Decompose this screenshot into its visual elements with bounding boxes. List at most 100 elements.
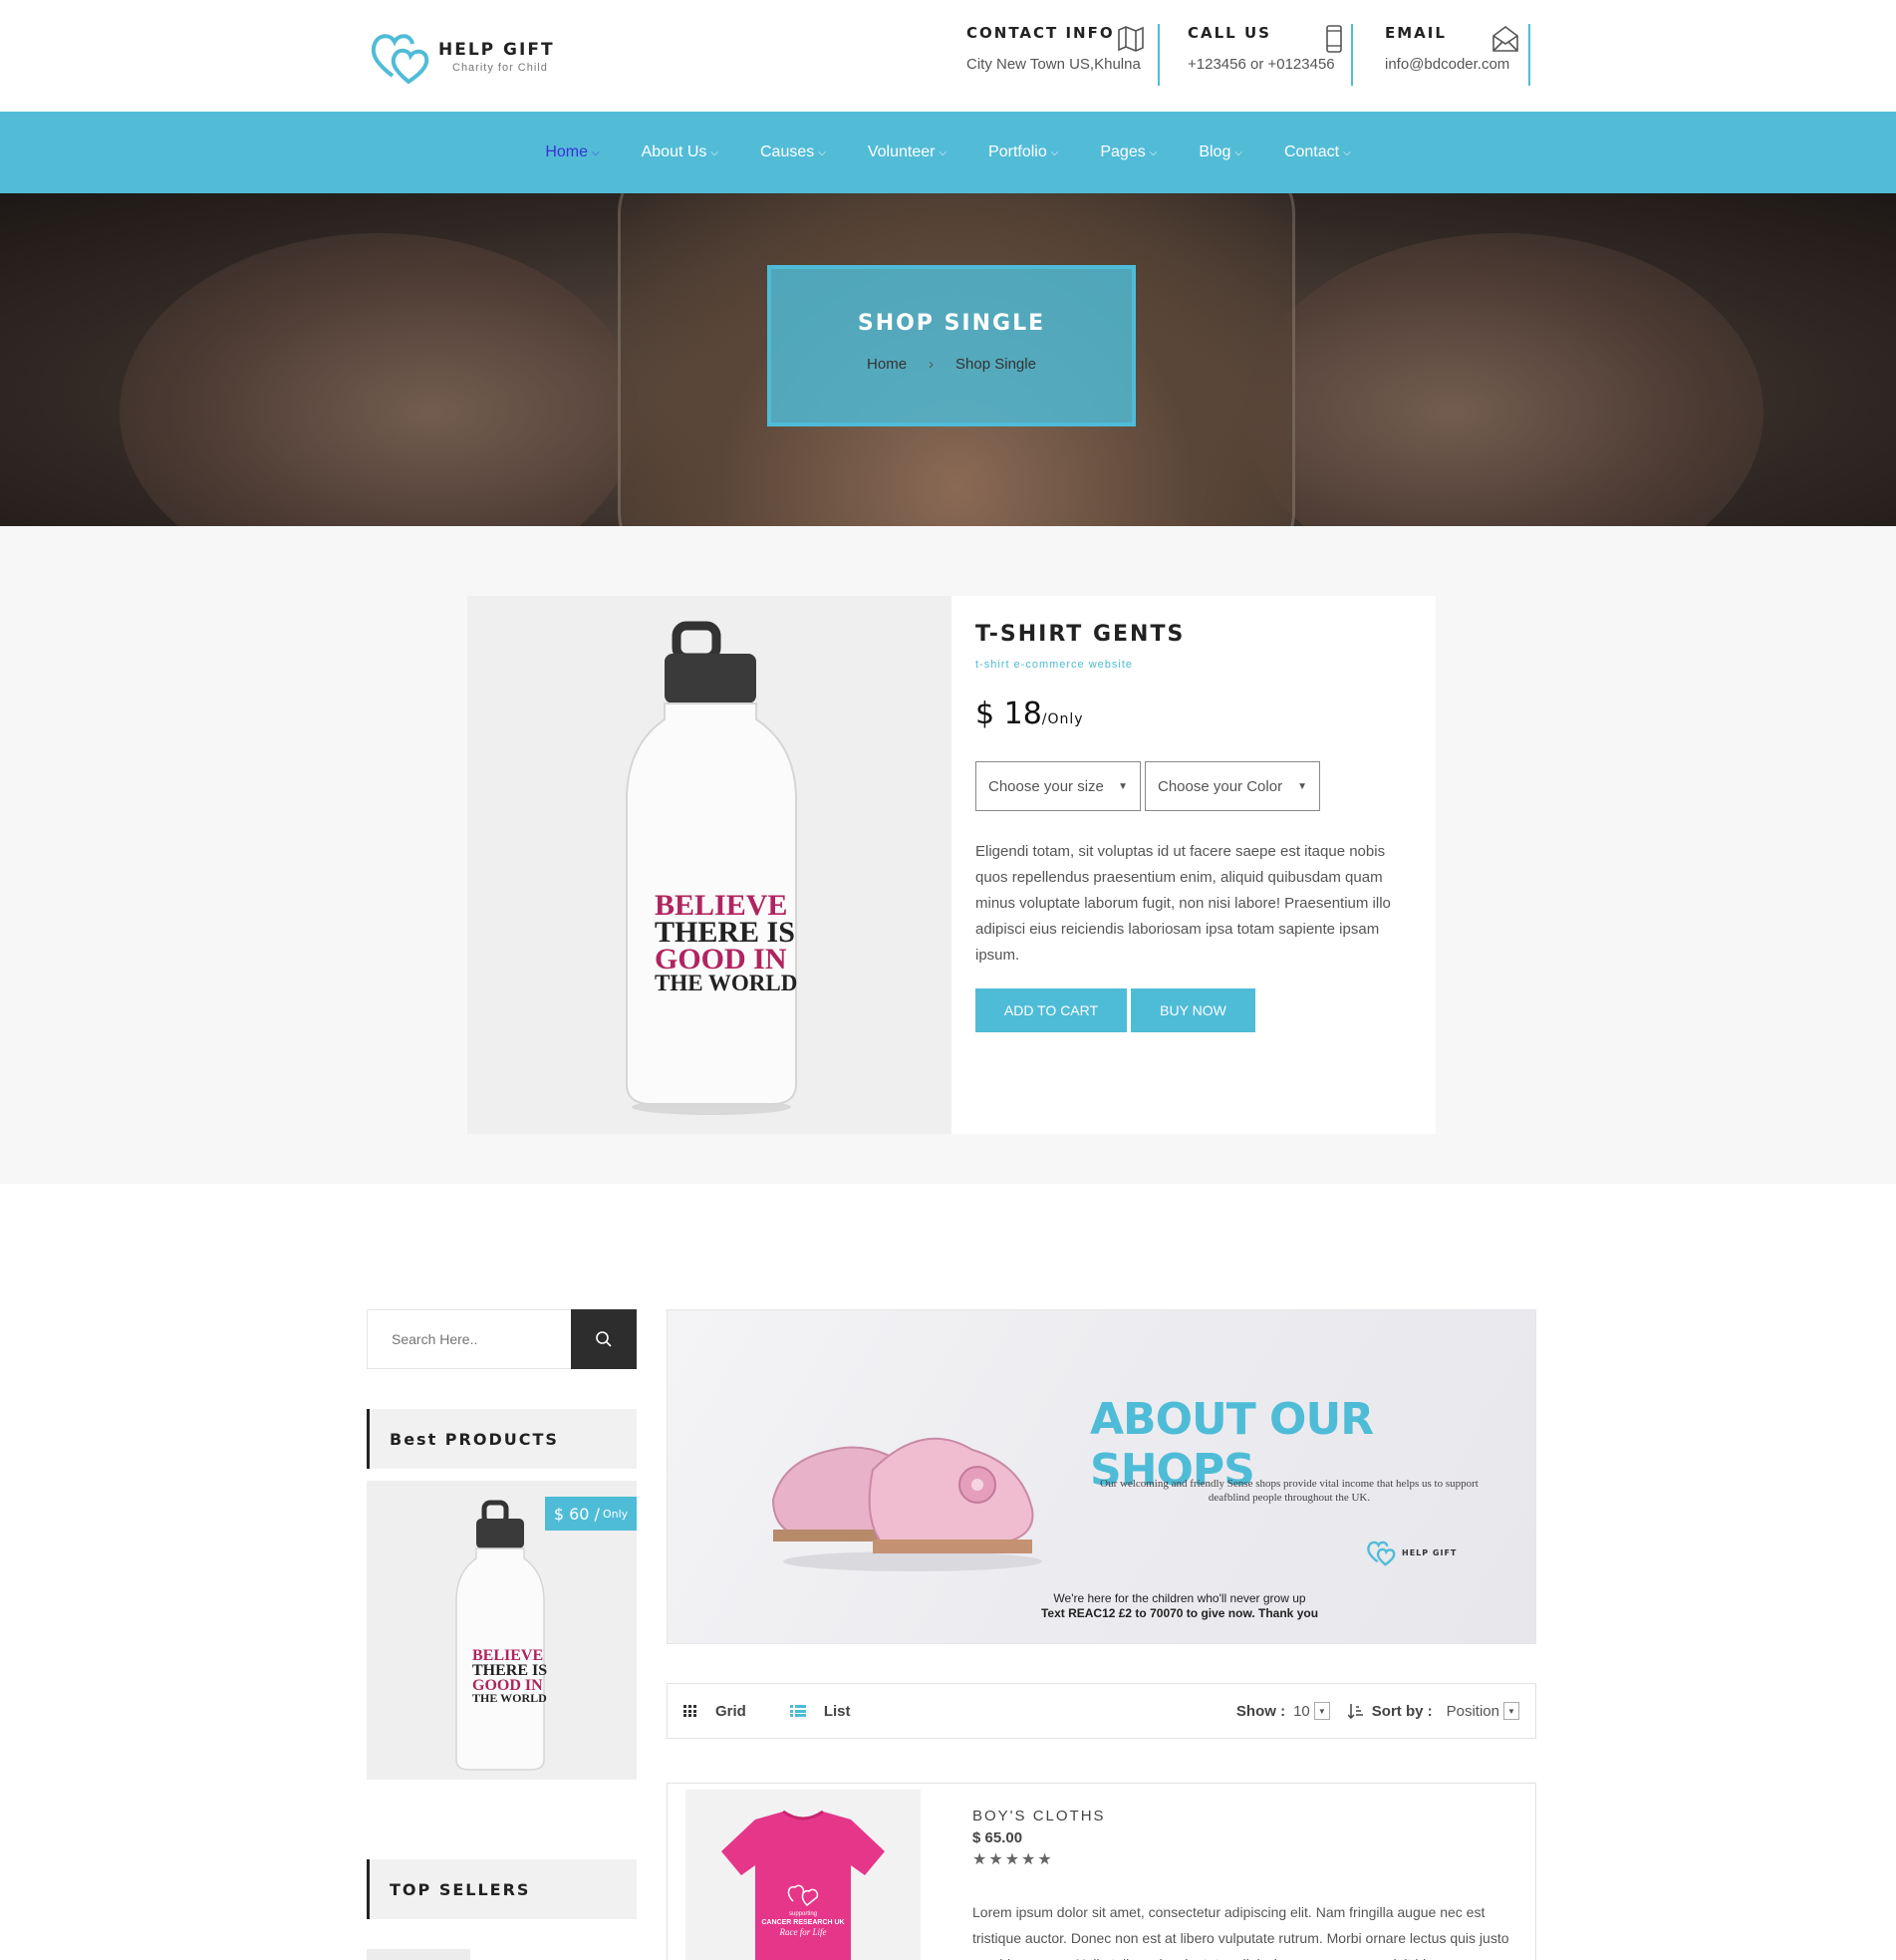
contact-info: CONTACT INFO City New Town US,Khulna — [966, 24, 1160, 86]
nav-label: Contact — [1283, 143, 1340, 160]
nav-label: About Us — [641, 143, 707, 160]
water-bottle-image: BELIEVE THERE IS GOOD IN THE WORLD — [626, 621, 797, 1115]
breadcrumb-home[interactable]: Home — [867, 356, 907, 373]
email-address[interactable]: info@bdcoder.com — [1385, 56, 1528, 73]
brand-name: HELP GIFT — [438, 40, 555, 60]
product-image[interactable]: BELIEVE THERE IS GOOD IN THE WORLD — [467, 596, 951, 1134]
badge-price: $ 60 / — [553, 1504, 600, 1524]
best-product-card[interactable]: BELIEVE THERE IS GOOD IN THE WORLD $ 60 … — [367, 1481, 637, 1780]
banner-tag-line: We're here for the children who'll never… — [1053, 1591, 1306, 1605]
sort-select[interactable]: Position ▼ — [1447, 1702, 1519, 1720]
chevron-down-icon: ⌵ — [1149, 146, 1158, 158]
product-price: $ 18/Only — [975, 697, 1412, 731]
nav-causes[interactable]: Causes ⌵ — [760, 143, 826, 161]
grid-icon — [683, 1705, 696, 1717]
tshirt-text: supporting — [789, 1911, 817, 1917]
show-label: Show : — [1235, 1702, 1286, 1720]
color-select[interactable]: Choose your Color ▼ — [1145, 761, 1320, 811]
chevron-down-icon: ⌵ — [939, 146, 948, 158]
list-view-button[interactable]: List — [789, 1703, 851, 1720]
hero-background-image — [1245, 233, 1763, 526]
list-icon — [789, 1705, 806, 1717]
star-rating-icon: ★★★★★ — [972, 1851, 1054, 1868]
chevron-down-icon: ▼ — [1297, 780, 1307, 792]
call-us: CALL US +123456 or +0123456 — [1188, 24, 1353, 86]
nav-home[interactable]: Home ⌵ — [545, 143, 599, 161]
product-thumbnail[interactable]: supporting CANCER RESEARCH UK Race for L… — [685, 1790, 921, 1960]
hearts-logo-icon — [1367, 1540, 1396, 1566]
breadcrumb-current: Shop Single — [955, 356, 1036, 373]
search-input[interactable] — [368, 1310, 571, 1368]
chevron-down-icon: ⌵ — [818, 146, 826, 158]
banner-tag-line: Text REAC12 £2 to 70070 to give now. Tha… — [1040, 1606, 1319, 1620]
tshirt-text: CANCER RESEARCH UK — [761, 1919, 844, 1926]
phone-number[interactable]: +123456 or +0123456 — [1188, 56, 1351, 73]
banner-logo: HELP GIFT — [1365, 1538, 1457, 1567]
pink-tshirt-image: supporting CANCER RESEARCH UK Race for L… — [721, 1810, 885, 1960]
nav-pages[interactable]: Pages ⌵ — [1100, 143, 1157, 161]
tshirt-text: Race for Life — [779, 1927, 827, 1937]
nav-label: Volunteer — [867, 143, 936, 160]
chevron-down-icon: ⌵ — [1234, 146, 1242, 158]
grid-view-button[interactable]: Grid — [683, 1703, 746, 1720]
product-details: T-SHIRT GENTS t-shirt e-commerce website… — [951, 596, 1436, 1134]
envelope-icon — [1492, 26, 1518, 52]
product-title: T-SHIRT GENTS — [975, 622, 1186, 647]
chevron-down-icon: ⌵ — [710, 146, 718, 158]
nav-about[interactable]: About Us ⌵ — [642, 143, 718, 161]
nav-volunteer[interactable]: Volunteer ⌵ — [868, 143, 947, 161]
about-shops-banner[interactable]: ABOUT OUR SHOPS Our welcoming and friend… — [667, 1309, 1536, 1644]
contact-address: City New Town US,Khulna — [966, 56, 1141, 73]
search-box — [367, 1309, 637, 1369]
search-button[interactable] — [571, 1309, 637, 1369]
show-value: 10 — [1293, 1702, 1310, 1720]
top-seller-thumbnail[interactable] — [367, 1949, 470, 1960]
product-subtitle: t-shirt e-commerce website — [975, 659, 1134, 671]
page-banner: SHOP SINGLE Home › Shop Single — [0, 193, 1896, 526]
product-section: BELIEVE THERE IS GOOD IN THE WORLD T-SHI… — [0, 526, 1896, 1184]
nav-contact[interactable]: Contact ⌵ — [1284, 143, 1351, 161]
item-title[interactable]: BOY'S CLOTHS — [972, 1808, 1106, 1824]
color-select-value: Choose your Color — [1158, 777, 1283, 795]
map-icon — [1118, 26, 1144, 52]
brand-tagline: Charity for Child — [452, 62, 548, 74]
show-select[interactable]: 10 ▼ — [1293, 1702, 1330, 1720]
logo[interactable]: HELP GIFT Charity for Child — [369, 26, 555, 88]
pink-shoes-image — [771, 1437, 1042, 1571]
list-item[interactable]: supporting CANCER RESEARCH UK Race for L… — [667, 1783, 1536, 1960]
banner-tagline: We're here for the children who'll never… — [1030, 1591, 1329, 1621]
add-to-cart-button[interactable]: ADD TO CART — [975, 988, 1127, 1032]
page-title-box: SHOP SINGLE Home › Shop Single — [767, 265, 1136, 426]
hero-background-image — [120, 233, 638, 526]
chevron-down-icon: ⌵ — [592, 146, 600, 158]
nav-label: Blog — [1199, 143, 1231, 160]
item-description: Lorem ipsum dolor sit amet, consectetur … — [972, 1904, 1509, 1960]
chevron-down-icon: ⌵ — [1050, 146, 1059, 158]
bottle-text: THE WORLD — [655, 971, 797, 995]
item-price: $ 65.00 — [972, 1829, 1023, 1846]
nav-label: Causes — [760, 143, 815, 160]
main-nav: Home ⌵ About Us ⌵ Causes ⌵ Volunteer ⌵ Portf… — [0, 112, 1896, 193]
banner-text: Our welcoming and friendly Sense shops p… — [1100, 1478, 1479, 1504]
price-suffix: /Only — [1041, 711, 1084, 727]
size-select[interactable]: Choose your size ▼ — [975, 761, 1141, 811]
sort-value: Position — [1446, 1702, 1499, 1720]
best-products-heading: Best PRODUCTS — [367, 1409, 637, 1469]
nav-blog[interactable]: Blog ⌵ — [1199, 143, 1242, 161]
breadcrumb: Home › Shop Single — [771, 356, 1132, 373]
buy-now-button[interactable]: BUY NOW — [1131, 988, 1255, 1032]
nav-label: Portfolio — [988, 143, 1047, 160]
hearts-logo-icon — [371, 34, 429, 85]
email-info: EMAIL info@bdcoder.com — [1385, 24, 1530, 86]
phone-icon — [1326, 25, 1342, 53]
nav-label: Home — [545, 143, 588, 160]
chevron-down-icon: ⌵ — [1343, 146, 1351, 158]
header: HELP GIFT Charity for Child CONTACT INFO… — [0, 0, 1896, 112]
nav-portfolio[interactable]: Portfolio ⌵ — [988, 143, 1058, 161]
product-description: Eligendi totam, sit voluptas id ut facer… — [975, 843, 1391, 964]
view-toolbar: Grid List Show : 10 ▼ Sort by : Position… — [667, 1683, 1536, 1739]
page-title: SHOP SINGLE — [857, 311, 1046, 336]
sort-icon — [1347, 1704, 1363, 1719]
price-badge: $ 60 /Only — [545, 1497, 637, 1531]
chevron-right-icon: › — [929, 356, 935, 373]
